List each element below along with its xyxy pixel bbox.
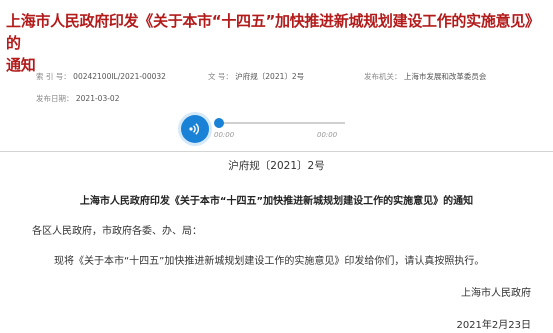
meta-issuer: 发布机关： 上海市发展和改革委员会 — [364, 71, 486, 82]
speaker-icon — [189, 123, 200, 135]
document-meta: 索 引 号： 00242100IL/2021-00032 文 号： 沪府规〔20… — [0, 62, 553, 108]
meta-date-value: 2021-03-02 — [75, 94, 120, 103]
meta-docnum-label: 文 号： — [208, 72, 233, 81]
audio-player: 00:00 00:00 — [181, 115, 351, 147]
document-signer: 上海市人民政府 — [461, 288, 531, 299]
audio-progress-knob[interactable] — [214, 118, 224, 128]
meta-date: 发布日期： 2021-03-02 — [36, 93, 119, 104]
document-body: 现将《关于本市“十四五”加快推进新城规划建设工作的实施意见》印发给你们，请认真按… — [54, 256, 485, 267]
document-salutation: 各区人民政府，市政府各委、办、局： — [32, 226, 202, 237]
meta-index: 索 引 号： 00242100IL/2021-00032 — [36, 71, 166, 82]
audio-duration: 00:00 — [317, 131, 338, 139]
audio-play-button[interactable] — [181, 115, 209, 143]
divider — [0, 151, 553, 152]
meta-index-value: 00242100IL/2021-00032 — [73, 72, 166, 81]
document-title: 上海市人民政府印发《关于本市“十四五”加快推进新城规划建设工作的实施意见》的通知 — [79, 196, 474, 207]
meta-date-label: 发布日期： — [36, 94, 74, 103]
meta-docnum-value: 沪府规〔2021〕2号 — [235, 72, 305, 81]
meta-docnum: 文 号： 沪府规〔2021〕2号 — [208, 71, 304, 82]
document-number: 沪府规〔2021〕2号 — [228, 160, 325, 172]
meta-issuer-label: 发布机关： — [364, 72, 402, 81]
meta-issuer-value: 上海市发展和改革委员会 — [403, 72, 487, 81]
document-date: 2021年2月23日 — [456, 320, 531, 331]
audio-current-time: 00:00 — [214, 131, 235, 139]
audio-progress-track[interactable] — [214, 118, 345, 128]
page-title-line1: 上海市人民政府印发《关于本市“十四五”加快推进新城规划建设工作的实施意见》的 — [6, 12, 540, 52]
meta-index-label: 索 引 号： — [36, 72, 71, 81]
